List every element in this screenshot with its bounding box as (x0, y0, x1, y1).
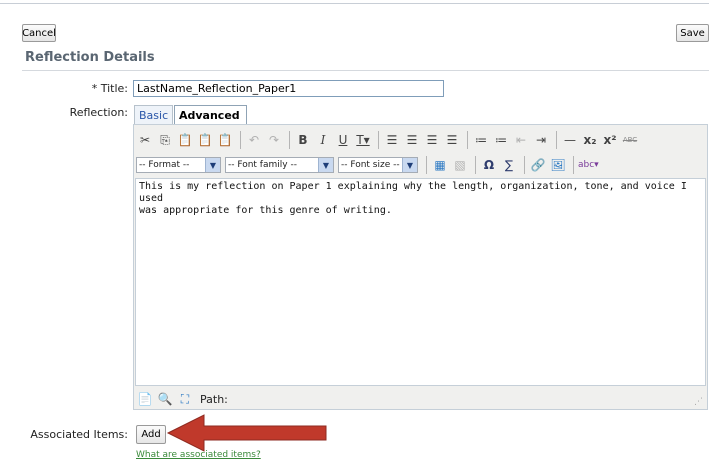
align-center-icon[interactable]: ☰ (403, 130, 421, 150)
editor-content-area[interactable]: This is my reflection on Paper 1 explain… (135, 178, 706, 386)
toolbar-separator (524, 156, 525, 174)
spellcheck-icon[interactable]: abc▾ (578, 155, 599, 175)
align-left-icon[interactable]: ☰ (383, 130, 401, 150)
toolbar-separator (289, 131, 290, 149)
copy-icon[interactable]: ⎘ (156, 130, 174, 150)
superscript-icon[interactable]: x² (601, 130, 619, 150)
top-divider (0, 3, 709, 4)
toolbar-separator (556, 131, 557, 149)
table-props-icon[interactable]: ▧ (451, 155, 469, 175)
rich-text-editor: ✂ ⎘ 📋 📋 📋 ↶ ↷ B I U T▾ ☰ ☰ ☰ ☰ ≔ ≔ ⇤ ⇥ —… (133, 124, 708, 410)
outdent-icon[interactable]: ⇤ (512, 130, 530, 150)
save-button[interactable]: Save (676, 24, 709, 42)
underline-icon[interactable]: U (334, 130, 352, 150)
paste-word-icon[interactable]: 📋 (216, 130, 234, 150)
justify-icon[interactable]: ☰ (443, 130, 461, 150)
section-divider (22, 70, 709, 71)
italic-icon[interactable]: I (314, 130, 332, 150)
horizontal-rule-icon[interactable]: — (561, 130, 579, 150)
resize-handle-icon[interactable]: ⋰ (694, 397, 703, 407)
chevron-down-icon: ▼ (318, 158, 333, 172)
special-char-icon[interactable]: Ω (480, 155, 498, 175)
indent-icon[interactable]: ⇥ (532, 130, 550, 150)
editor-toolbar-row-1: ✂ ⎘ 📋 📋 📋 ↶ ↷ B I U T▾ ☰ ☰ ☰ ☰ ≔ ≔ ⇤ ⇥ —… (136, 128, 706, 152)
bold-icon[interactable]: B (294, 130, 312, 150)
equation-icon[interactable]: ∑ (500, 155, 518, 175)
toolbar-separator (378, 131, 379, 149)
path-label: Path: (200, 392, 228, 406)
undo-icon[interactable]: ↶ (245, 130, 263, 150)
reflection-label: Reflection: (69, 106, 128, 119)
title-label: * Title: (91, 82, 128, 95)
toolbar-separator (240, 131, 241, 149)
editor-status-bar: 📄 🔍 ⛶ Path: (136, 389, 706, 409)
preview-icon[interactable]: 📄 (136, 389, 154, 409)
bullet-list-icon[interactable]: ≔ (472, 130, 490, 150)
format-select[interactable]: -- Format -- ▼ (136, 157, 221, 173)
associated-items-label: Associated Items: (30, 428, 128, 441)
chevron-down-icon: ▼ (205, 158, 220, 172)
cancel-button[interactable]: Cancel (22, 24, 56, 42)
tab-basic[interactable]: Basic (134, 105, 173, 124)
annotation-arrow (166, 414, 327, 452)
image-icon[interactable]: 🖼 (549, 155, 567, 175)
chevron-down-icon: ▼ (402, 158, 417, 172)
table-icon[interactable]: ▦ (431, 155, 449, 175)
fullscreen-icon[interactable]: ⛶ (176, 389, 194, 409)
paste-icon[interactable]: 📋 (176, 130, 194, 150)
add-associated-item-button[interactable]: Add (136, 425, 166, 444)
toolbar-separator (573, 156, 574, 174)
font-size-select[interactable]: -- Font size -- ▼ (338, 157, 418, 173)
text-color-icon[interactable]: T▾ (354, 130, 372, 150)
toolbar-separator (426, 156, 427, 174)
paste-text-icon[interactable]: 📋 (196, 130, 214, 150)
link-icon[interactable]: 🔗 (529, 155, 547, 175)
tab-advanced[interactable]: Advanced (174, 105, 247, 124)
cut-icon[interactable]: ✂ (136, 130, 154, 150)
strikethrough-icon[interactable]: ABC (621, 130, 639, 150)
toolbar-separator (475, 156, 476, 174)
title-input[interactable] (133, 80, 444, 97)
font-family-select[interactable]: -- Font family -- ▼ (225, 157, 334, 173)
redo-icon[interactable]: ↷ (265, 130, 283, 150)
subscript-icon[interactable]: x₂ (581, 130, 599, 150)
toolbar-separator (467, 131, 468, 149)
numbered-list-icon[interactable]: ≔ (492, 130, 510, 150)
editor-toolbar-row-2: -- Format -- ▼ -- Font family -- ▼ -- Fo… (136, 154, 706, 176)
section-title: Reflection Details (25, 50, 155, 65)
search-icon[interactable]: 🔍 (156, 389, 174, 409)
align-right-icon[interactable]: ☰ (423, 130, 441, 150)
